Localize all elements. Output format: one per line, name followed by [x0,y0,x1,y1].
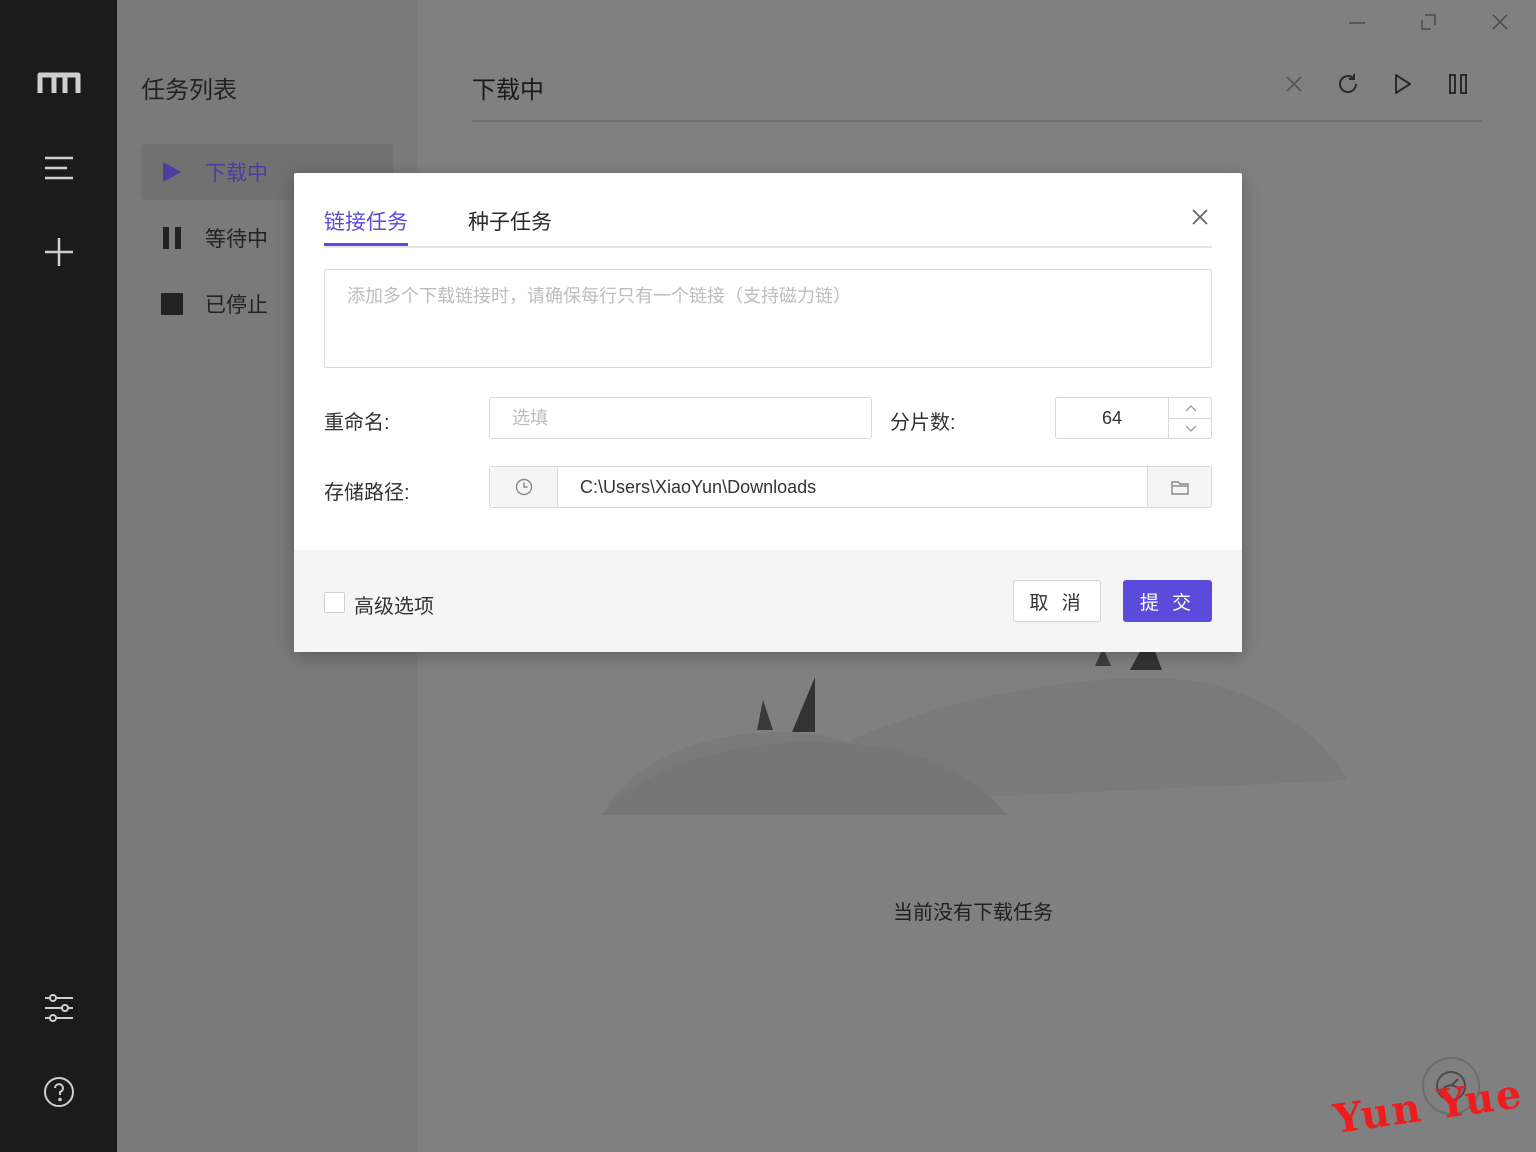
title-divider [472,120,1482,122]
stop-icon [161,293,183,315]
split-label: 分片数: [890,412,956,434]
dialog-tabs: 链接任务 种子任务 [324,201,1212,248]
pause-icon [161,227,183,249]
empty-illustration [602,635,1347,815]
sidebar-title: 任务列表 [141,77,237,104]
tab-url-task[interactable]: 链接任务 [324,206,408,246]
add-task-dialog: 链接任务 种子任务 重命名: 分片数: 64 存储路径: C:\Users\Xi… [294,173,1242,652]
menu-icon[interactable] [36,145,82,191]
refresh-icon[interactable] [1332,68,1364,100]
stepper-up-icon[interactable] [1169,398,1212,418]
cancel-button[interactable]: 取 消 [1013,580,1101,622]
dialog-footer: 高级选项 取 消 提 交 [294,550,1242,652]
help-icon[interactable] [36,1069,82,1115]
preferences-icon[interactable] [36,985,82,1031]
pause-all-icon[interactable] [1442,68,1474,100]
app-logo-icon[interactable] [36,60,82,106]
folder-icon[interactable] [1147,467,1211,507]
add-task-icon[interactable] [36,229,82,275]
sidebar-item-label: 已停止 [205,294,268,317]
advanced-options-checkbox[interactable] [324,592,345,613]
tab-torrent-task[interactable]: 种子任务 [468,206,552,246]
url-input[interactable] [324,269,1212,368]
empty-state-text: 当前没有下载任务 [893,902,1053,924]
dialog-close-icon[interactable] [1188,205,1212,229]
stepper-down-icon[interactable] [1169,418,1212,438]
sidebar-item-label: 下载中 [205,162,268,185]
window-close-icon[interactable] [1486,8,1514,36]
path-label: 存储路径: [324,482,410,504]
split-stepper: 64 [1055,397,1212,439]
stepper-buttons [1168,398,1212,438]
split-value[interactable]: 64 [1056,398,1168,438]
submit-button[interactable]: 提 交 [1123,580,1212,622]
delete-task-icon[interactable] [1278,68,1310,100]
play-icon [161,161,183,183]
maximize-icon[interactable] [1414,8,1442,36]
minimize-icon[interactable] [1343,8,1371,36]
history-clock-icon[interactable] [490,467,558,507]
rename-input[interactable] [489,397,872,439]
sidebar-item-label: 等待中 [205,228,268,251]
rename-label: 重命名: [324,412,390,434]
resume-all-icon[interactable] [1387,68,1419,100]
path-input-group: C:\Users\XiaoYun\Downloads [489,466,1212,508]
advanced-options-label[interactable]: 高级选项 [354,590,434,619]
page-title: 下载中 [472,77,544,104]
path-input[interactable]: C:\Users\XiaoYun\Downloads [580,467,816,507]
app-rail [0,0,117,1152]
